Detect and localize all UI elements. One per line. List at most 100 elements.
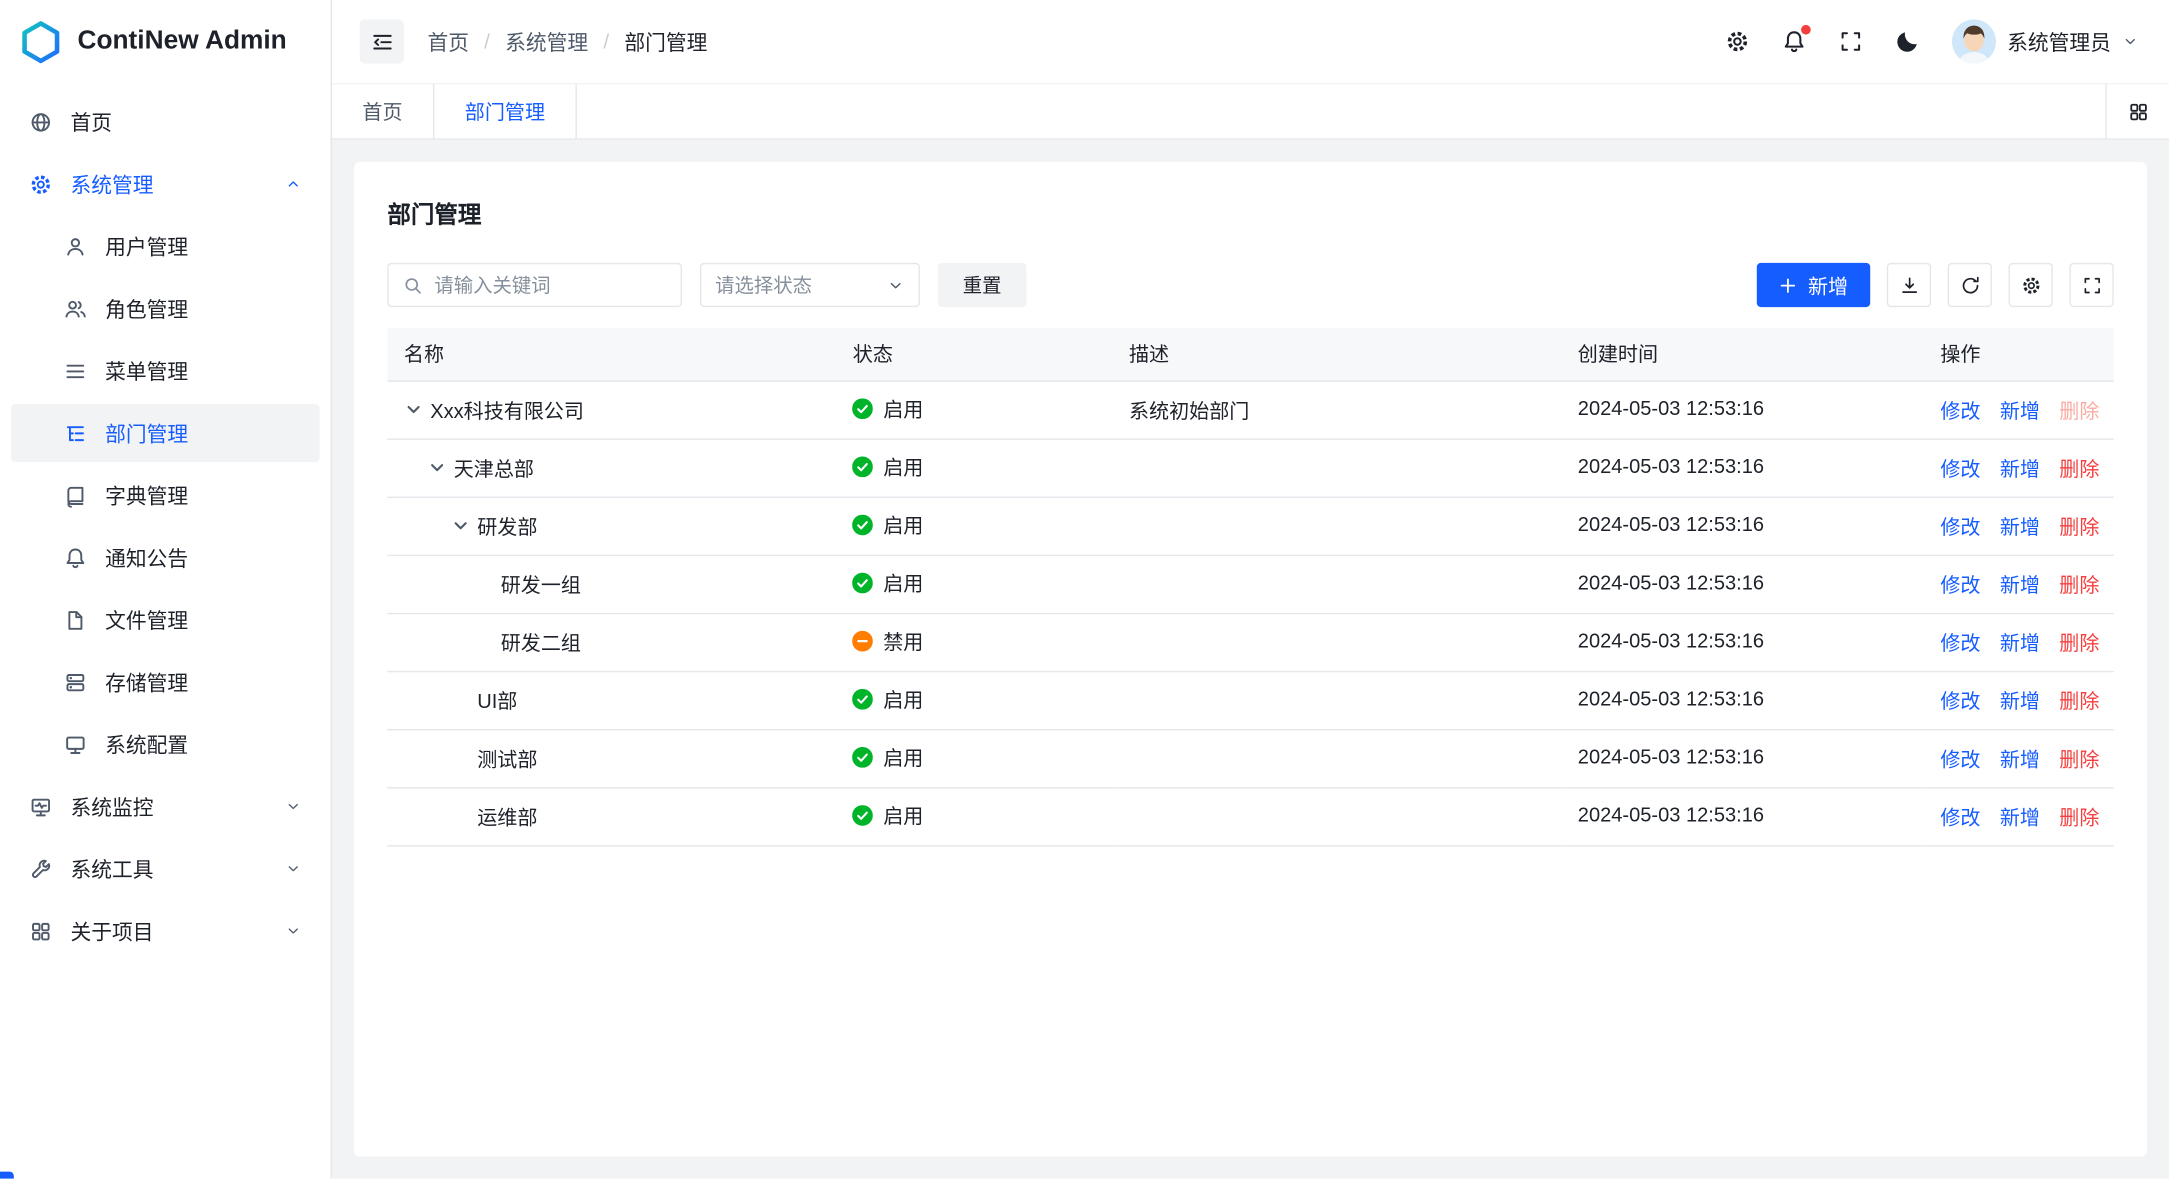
table-row-rd-group-1: 研发一组启用2024-05-03 12:53:16修改新增删除 <box>387 555 2113 613</box>
expand-caret-icon[interactable] <box>404 400 423 419</box>
tabs: 首页部门管理 <box>332 84 577 138</box>
name-cell: 研发二组 <box>387 613 836 671</box>
status-badge: 启用 <box>853 569 924 598</box>
delete-link[interactable]: 删除 <box>2059 575 2099 597</box>
delete-link[interactable]: 删除 <box>2059 691 2099 713</box>
name-cell: 测试部 <box>387 729 836 787</box>
tab-actions-grid-button[interactable] <box>2105 84 2169 138</box>
edit-link[interactable]: 修改 <box>1940 400 1980 422</box>
status-badge: 启用 <box>853 394 924 423</box>
status-enabled-icon <box>853 398 874 419</box>
chevron-down-icon <box>2122 33 2139 50</box>
chevron-up-icon <box>285 176 302 193</box>
name-cell: UI部 <box>387 671 836 729</box>
column-header: 状态 <box>836 328 1112 381</box>
plus-icon <box>1779 276 1797 294</box>
bell-icon <box>64 546 88 570</box>
breadcrumb-item[interactable]: 首页 <box>427 27 469 56</box>
add-button-label: 新增 <box>1808 270 1848 299</box>
sidebar-item-label: 首页 <box>71 107 302 136</box>
edit-link[interactable]: 修改 <box>1940 691 1980 713</box>
sidebar-item-storage-management[interactable]: 存储管理 <box>11 653 319 711</box>
tool-icon <box>29 857 53 881</box>
delete-link[interactable]: 删除 <box>2059 807 2099 829</box>
status-select[interactable]: 请选择状态 <box>700 263 920 307</box>
edit-link[interactable]: 修改 <box>1940 749 1980 771</box>
app-logo[interactable]: ContiNew Admin <box>0 0 331 83</box>
sidebar-item-system-tools[interactable]: 系统工具 <box>11 840 319 898</box>
sidebar-item-role-management[interactable]: 角色管理 <box>11 279 319 337</box>
tab-department-management[interactable]: 部门管理 <box>433 84 577 138</box>
created-cell: 2024-05-03 12:53:16 <box>1561 671 1924 729</box>
add-child-link[interactable]: 新增 <box>2000 633 2040 655</box>
sidebar-item-file-management[interactable]: 文件管理 <box>11 591 319 649</box>
status-cell: 禁用 <box>836 613 1112 671</box>
add-child-link[interactable]: 新增 <box>2000 400 2040 422</box>
sidebar-item-notice[interactable]: 通知公告 <box>11 528 319 586</box>
sidebar-item-about-project[interactable]: 关于项目 <box>11 902 319 960</box>
operations-cell: 修改新增删除 <box>1924 729 2114 787</box>
edit-link[interactable]: 修改 <box>1940 807 1980 829</box>
table-row-company: Xxx科技有限公司启用系统初始部门2024-05-03 12:53:16修改新增… <box>387 380 2113 438</box>
keyword-input[interactable] <box>434 274 666 296</box>
settings-button[interactable] <box>1725 29 1750 54</box>
theme-toggle-button[interactable] <box>1895 29 1920 54</box>
breadcrumb-item[interactable]: 系统管理 <box>505 27 588 56</box>
refresh-button[interactable] <box>1948 263 1992 307</box>
delete-link[interactable]: 删除 <box>2059 633 2099 655</box>
edit-link[interactable]: 修改 <box>1940 517 1980 539</box>
keyword-search-input[interactable] <box>387 263 682 307</box>
sidebar-item-menu-management[interactable]: 菜单管理 <box>11 342 319 400</box>
sidebar-item-department-management[interactable]: 部门管理 <box>11 404 319 462</box>
user-menu[interactable]: 系统管理员 <box>1952 19 2139 63</box>
tab-home[interactable]: 首页 <box>332 84 434 138</box>
sidebar-item-system-management[interactable]: 系统管理 <box>11 155 319 213</box>
status-badge: 启用 <box>853 743 924 772</box>
reset-button[interactable]: 重置 <box>938 263 1027 307</box>
column-settings-button[interactable] <box>2009 263 2053 307</box>
status-enabled-icon <box>853 515 874 536</box>
created-cell: 2024-05-03 12:53:16 <box>1561 555 1924 613</box>
sidebar-item-home[interactable]: 首页 <box>11 93 319 151</box>
expand-caret-icon[interactable] <box>451 516 470 535</box>
sidebar-collapse-button[interactable] <box>360 19 404 63</box>
sidebar-item-dictionary-management[interactable]: 字典管理 <box>11 466 319 524</box>
status-cell: 启用 <box>836 555 1112 613</box>
sidebar-item-user-management[interactable]: 用户管理 <box>11 217 319 275</box>
add-child-link[interactable]: 新增 <box>2000 691 2040 713</box>
users-icon <box>64 297 88 321</box>
tree-icon <box>64 421 88 445</box>
status-cell: 启用 <box>836 439 1112 497</box>
add-child-link[interactable]: 新增 <box>2000 807 2040 829</box>
delete-link[interactable]: 删除 <box>2059 459 2099 481</box>
add-child-link[interactable]: 新增 <box>2000 575 2040 597</box>
sidebar-item-system-monitor[interactable]: 系统监控 <box>11 777 319 835</box>
status-label: 启用 <box>883 685 923 714</box>
storage-icon <box>64 670 88 694</box>
sidebar-item-system-config[interactable]: 系统配置 <box>11 715 319 773</box>
description-cell <box>1112 787 1561 845</box>
notification-button[interactable] <box>1782 29 1807 54</box>
description-cell <box>1112 439 1561 497</box>
name-cell: 研发部 <box>387 497 836 555</box>
status-enabled-icon <box>853 747 874 768</box>
add-child-link[interactable]: 新增 <box>2000 749 2040 771</box>
edit-link[interactable]: 修改 <box>1940 633 1980 655</box>
edit-link[interactable]: 修改 <box>1940 459 1980 481</box>
add-button[interactable]: 新增 <box>1757 263 1870 307</box>
status-cell: 启用 <box>836 787 1112 845</box>
breadcrumb-item[interactable]: 部门管理 <box>624 27 707 56</box>
fullscreen-button[interactable] <box>1838 29 1863 54</box>
expand-caret-icon[interactable] <box>427 458 446 477</box>
sidebar-item-label: 部门管理 <box>105 418 301 447</box>
add-child-link[interactable]: 新增 <box>2000 517 2040 539</box>
add-child-link[interactable]: 新增 <box>2000 459 2040 481</box>
delete-link[interactable]: 删除 <box>2059 400 2099 422</box>
delete-link[interactable]: 删除 <box>2059 749 2099 771</box>
export-button[interactable] <box>1887 263 1931 307</box>
table-fullscreen-button[interactable] <box>2069 263 2113 307</box>
breadcrumb-separator: / <box>603 30 609 54</box>
delete-link[interactable]: 删除 <box>2059 517 2099 539</box>
edit-link[interactable]: 修改 <box>1940 575 1980 597</box>
table-header-row: 名称状态描述创建时间操作 <box>387 328 2113 381</box>
